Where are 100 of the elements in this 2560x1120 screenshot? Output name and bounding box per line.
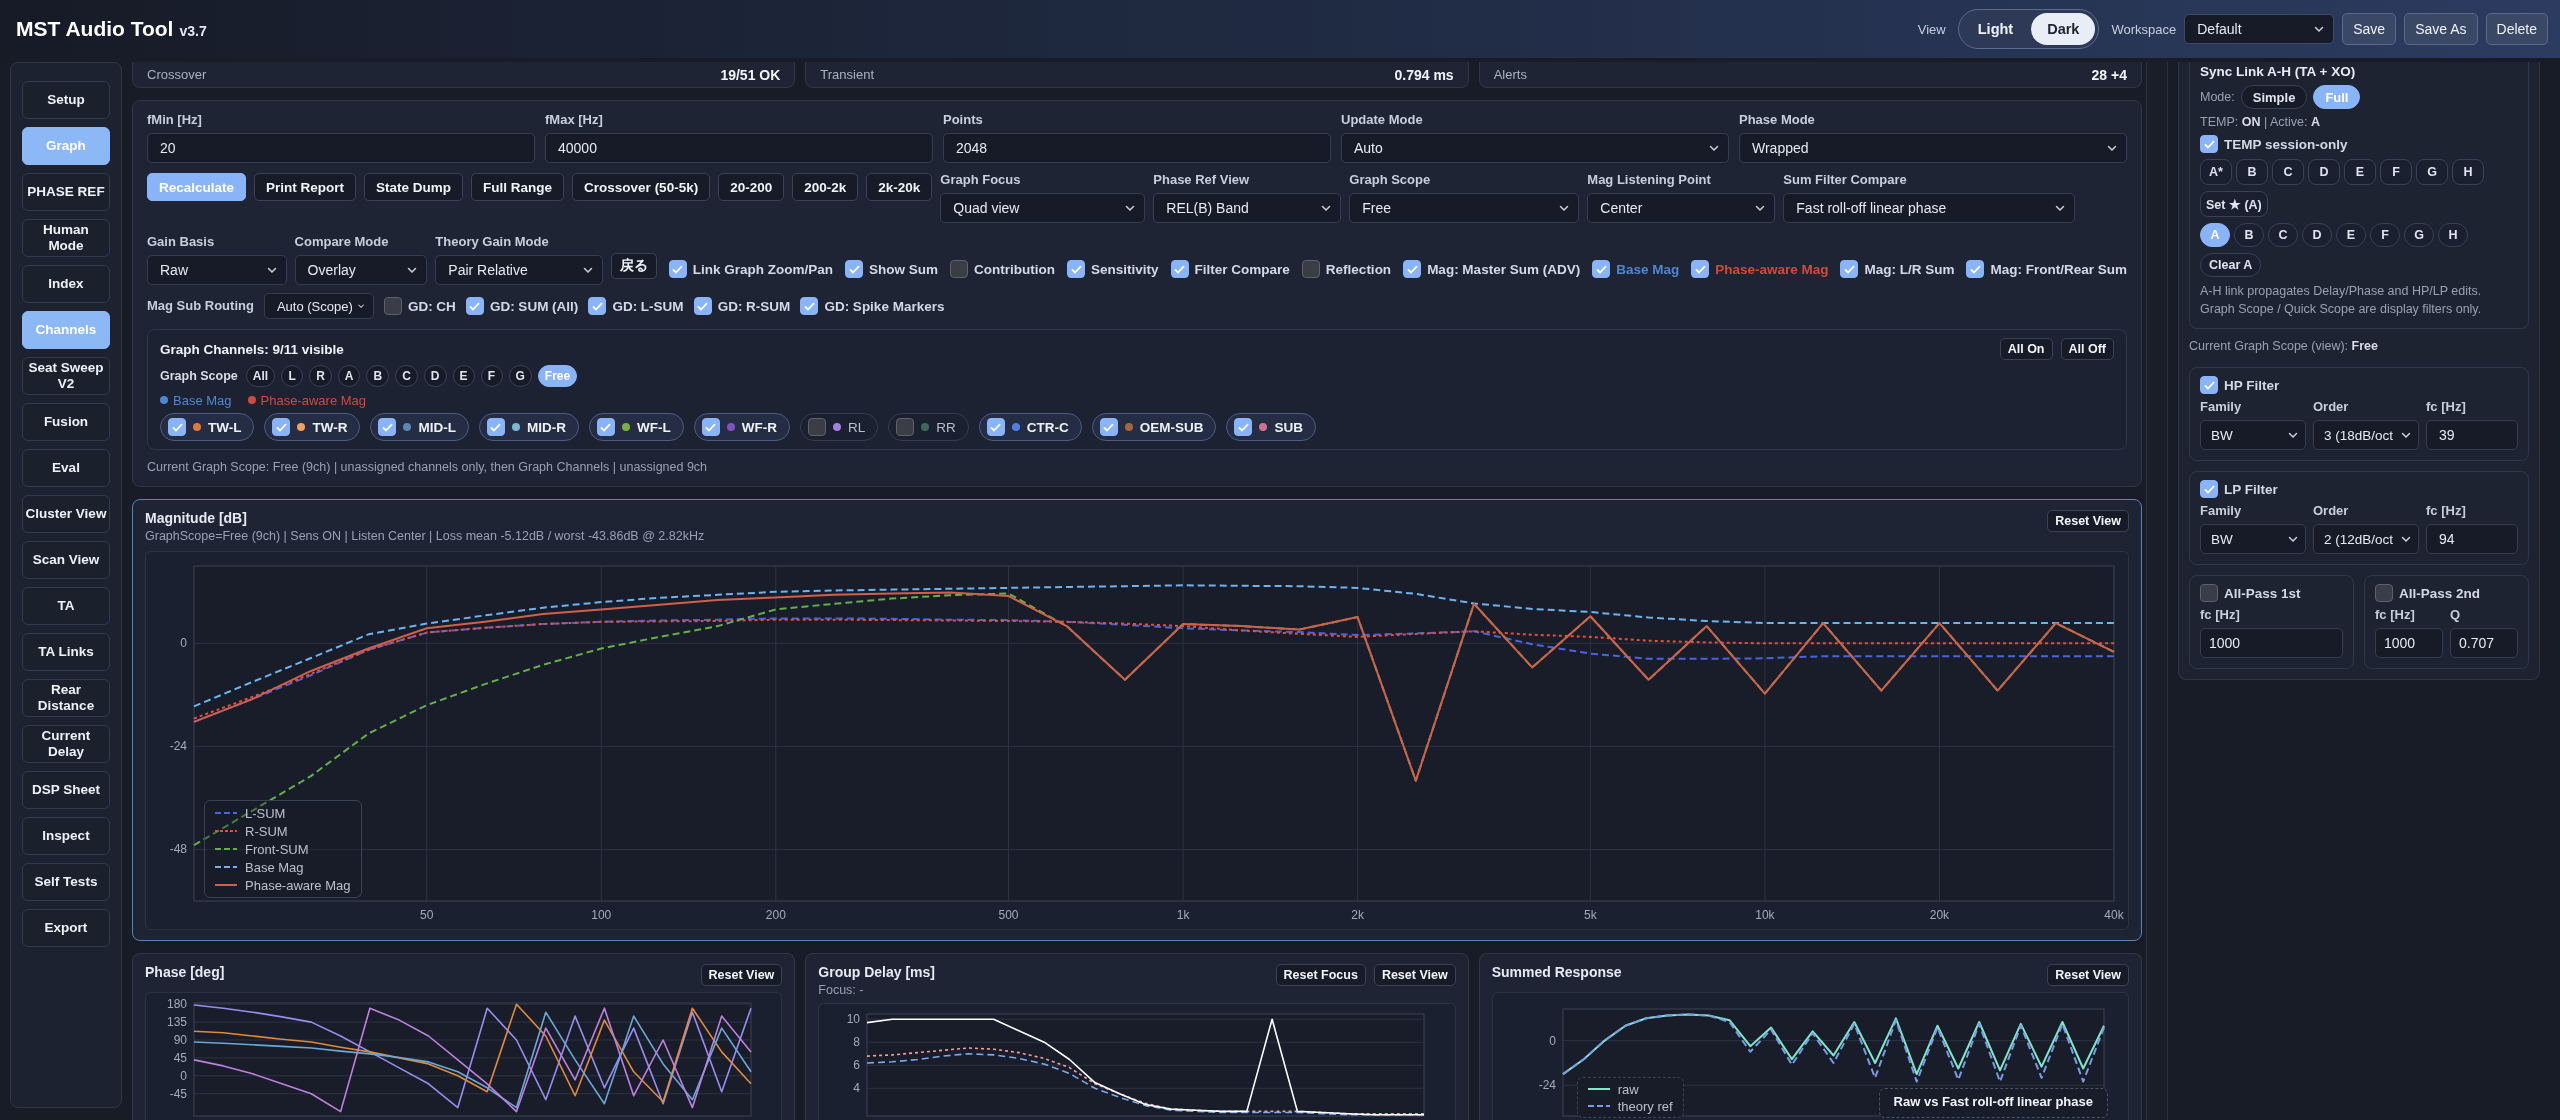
input-field[interactable]: 2048 <box>943 133 1331 163</box>
checkbox[interactable] <box>800 297 819 315</box>
action-button[interactable]: 200-2k <box>792 173 859 201</box>
channel-toggle[interactable]: WF-R <box>693 413 790 441</box>
scope-chip[interactable]: E <box>452 365 475 387</box>
dropdown[interactable]: Free <box>1349 193 1580 223</box>
nav-button[interactable]: TA Links <box>22 633 110 671</box>
checkbox[interactable] <box>1691 260 1710 278</box>
input-field[interactable]: 20 <box>147 133 535 163</box>
dropdown[interactable]: REL(B) Band <box>1153 193 1342 223</box>
scope-chip[interactable]: R <box>309 365 332 387</box>
channel-toggle[interactable]: MID-L <box>370 413 469 441</box>
back-button[interactable]: 戻る <box>610 253 657 279</box>
checkbox[interactable] <box>1966 260 1985 278</box>
slot-button[interactable]: E <box>2344 159 2376 185</box>
chart-button[interactable]: Reset View <box>2047 964 2129 986</box>
checkbox[interactable] <box>807 418 826 436</box>
checkbox[interactable] <box>272 418 291 436</box>
checkbox[interactable] <box>383 297 402 315</box>
channel-toggle[interactable]: WF-L <box>588 413 684 441</box>
action-button[interactable]: State Dump <box>364 173 464 201</box>
channel-toggle[interactable]: CTR-C <box>978 413 1082 441</box>
nav-button[interactable]: DSP Sheet <box>22 771 110 809</box>
slot-button[interactable]: G <box>2416 159 2448 185</box>
nav-button[interactable]: Index <box>22 265 110 303</box>
slot-chip[interactable]: B <box>2234 223 2264 247</box>
nav-button[interactable]: PHASE REF <box>22 173 110 211</box>
checkbox[interactable] <box>378 418 397 436</box>
dropdown[interactable]: Pair Relative <box>435 255 603 285</box>
header-button[interactable]: Delete <box>2485 13 2548 45</box>
checkbox[interactable] <box>701 418 720 436</box>
checkbox[interactable] <box>896 418 915 436</box>
slot-button[interactable]: F <box>2380 159 2412 185</box>
nav-button[interactable]: Self Tests <box>22 863 110 901</box>
panel-button[interactable]: All Off <box>2060 338 2114 360</box>
nav-button[interactable]: Cluster View <box>22 495 110 533</box>
checkbox[interactable] <box>2200 584 2218 602</box>
slot-chip[interactable]: H <box>2438 223 2468 247</box>
nav-button[interactable]: Human Mode <box>22 219 110 257</box>
nav-button[interactable]: Inspect <box>22 817 110 855</box>
scope-chip[interactable]: G <box>508 365 532 387</box>
checkbox[interactable] <box>1234 418 1253 436</box>
mode-chip[interactable]: Simple <box>2240 85 2308 109</box>
slot-chip[interactable]: F <box>2370 223 2400 247</box>
checkbox[interactable] <box>2200 480 2218 498</box>
checkbox[interactable] <box>465 297 484 315</box>
checkbox[interactable] <box>486 418 505 436</box>
slot-chip[interactable]: G <box>2404 223 2434 247</box>
chart-button[interactable]: Reset View <box>700 964 783 986</box>
slot-chip[interactable]: D <box>2302 223 2332 247</box>
slot-button[interactable]: H <box>2452 159 2484 185</box>
dropdown[interactable]: Center <box>1587 193 1776 223</box>
dropdown[interactable]: 3 (18dB/oct <box>2313 420 2419 450</box>
nav-button[interactable]: Eval <box>22 449 110 487</box>
checkbox[interactable] <box>1840 260 1859 278</box>
dropdown[interactable]: Auto <box>1341 133 1729 163</box>
checkbox[interactable] <box>845 260 864 278</box>
scope-chip[interactable]: F <box>480 365 503 387</box>
action-button[interactable]: 2k-20k <box>866 173 933 201</box>
scope-chip[interactable]: B <box>366 365 390 387</box>
input-field[interactable]: 0.707 <box>2450 628 2518 658</box>
panel-button[interactable]: All On <box>1999 338 2053 360</box>
scope-chip[interactable]: L <box>281 365 304 387</box>
checkbox[interactable] <box>2200 376 2218 394</box>
action-button[interactable]: 20-200 <box>718 173 785 201</box>
checkbox[interactable] <box>693 297 712 315</box>
nav-button[interactable]: Fusion <box>22 403 110 441</box>
channel-toggle[interactable]: MID-R <box>478 413 579 441</box>
checkbox[interactable] <box>668 260 687 278</box>
dropdown[interactable]: Raw <box>147 255 287 285</box>
slot-button[interactable]: C <box>2272 159 2304 185</box>
nav-button[interactable]: Rear Distance <box>22 679 110 717</box>
scope-chip[interactable]: C <box>395 365 418 387</box>
dropdown[interactable]: BW <box>2200 420 2306 450</box>
checkbox[interactable] <box>1301 260 1320 278</box>
checkbox[interactable] <box>168 418 186 436</box>
checkbox[interactable] <box>596 418 615 436</box>
slot-chip[interactable]: E <box>2336 223 2366 247</box>
checkbox[interactable] <box>2200 135 2218 153</box>
channel-toggle[interactable]: SUB <box>1226 413 1316 441</box>
chart-button[interactable]: Reset Focus <box>1275 964 1366 986</box>
dropdown[interactable]: Overlay <box>294 255 428 285</box>
theme-option[interactable]: Dark <box>2031 13 2096 45</box>
nav-button[interactable]: Scan View <box>22 541 110 579</box>
theme-toggle[interactable]: Light Dark <box>1957 9 2100 49</box>
header-button[interactable]: Save <box>2342 13 2397 45</box>
action-button[interactable]: Full Range <box>471 173 565 201</box>
channel-toggle[interactable]: OEM-SUB <box>1091 413 1217 441</box>
dropdown[interactable]: Default <box>2184 14 2335 44</box>
input-field[interactable]: 94 <box>2426 524 2518 554</box>
checkbox[interactable] <box>2375 584 2393 602</box>
header-button[interactable]: Save As <box>2404 13 2478 45</box>
channel-toggle[interactable]: RL <box>799 413 879 441</box>
dropdown[interactable]: Wrapped <box>1739 133 2127 163</box>
action-button[interactable]: Crossover (50-5k) <box>572 173 711 201</box>
dropdown[interactable]: Quad view <box>940 193 1146 223</box>
checkbox[interactable] <box>986 418 1005 436</box>
chart-button[interactable]: Reset View <box>1373 964 1456 986</box>
channel-toggle[interactable]: RR <box>888 413 969 441</box>
scope-chip[interactable]: A <box>337 365 361 387</box>
